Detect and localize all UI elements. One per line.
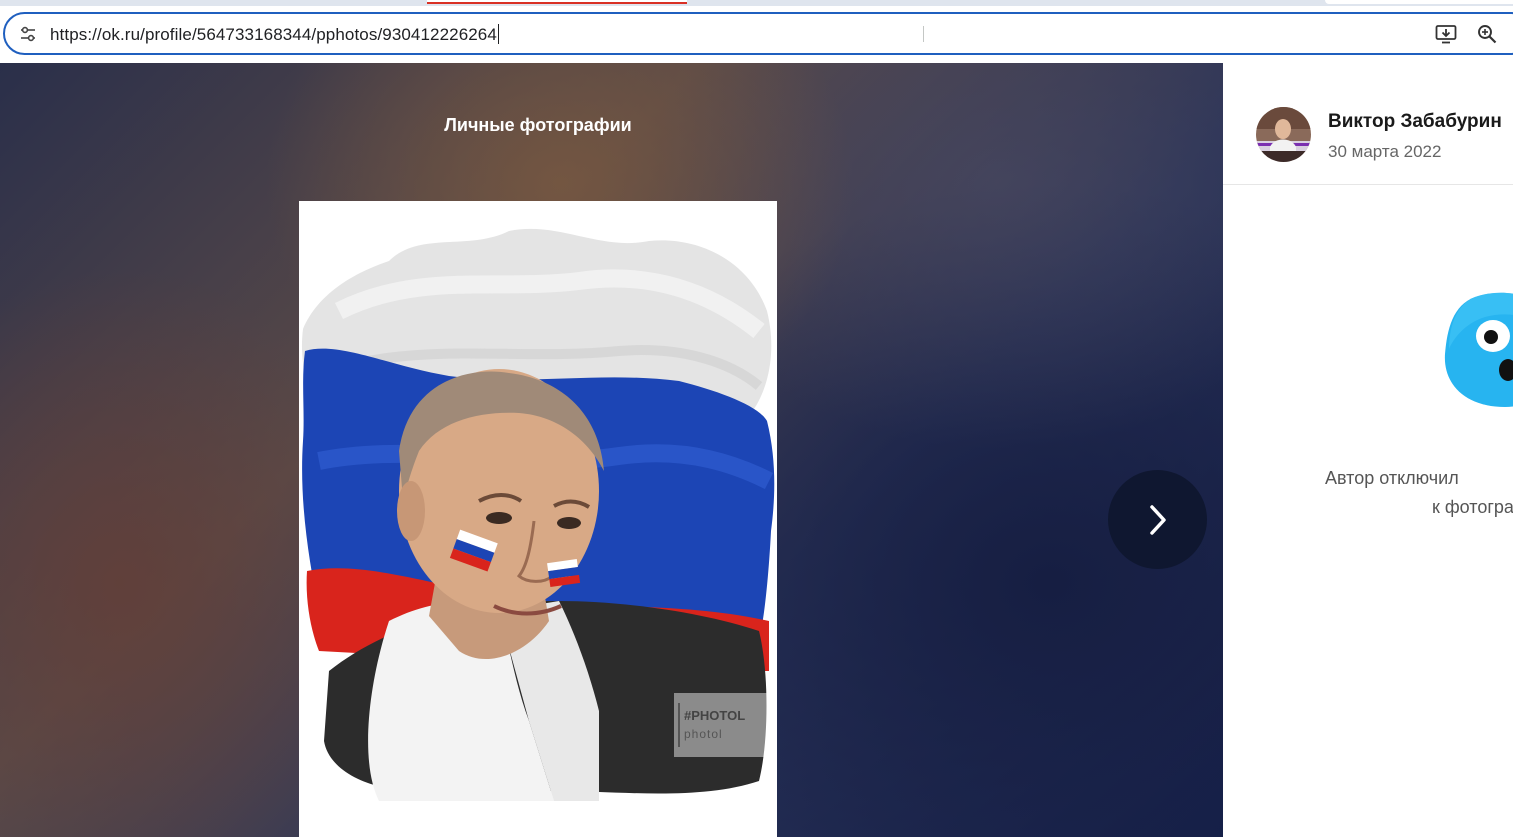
post-date: 30 марта 2022 (1328, 142, 1442, 161)
tune-icon[interactable] (19, 25, 37, 43)
tab-strip (0, 0, 1513, 6)
tab-right[interactable] (1325, 0, 1513, 4)
url-value[interactable]: https://ok.ru/profile/564733168344/pphot… (50, 25, 497, 44)
install-app-icon[interactable] (1435, 24, 1457, 44)
photo-viewer: Личные фотографии #PHOTOL photol (0, 63, 1223, 837)
watermark-line1: #PHOTOL (684, 708, 745, 723)
photo-info-panel: Виктор Забабурин 30 марта 2022 Автор отк… (1223, 63, 1513, 837)
mouse-cursor (923, 26, 924, 42)
active-tab[interactable] (427, 0, 687, 4)
zoom-icon[interactable] (1477, 24, 1497, 44)
browser-chrome: https://ok.ru/profile/564733168344/pphot… (0, 0, 1513, 63)
album-title[interactable]: Личные фотографии (0, 115, 1076, 136)
next-photo-button[interactable] (1108, 470, 1207, 569)
chevron-right-icon (1149, 504, 1166, 535)
comments-disabled-line2: к фотогра (1432, 497, 1513, 517)
url-text[interactable]: https://ok.ru/profile/564733168344/pphot… (50, 24, 499, 45)
avatar[interactable] (1256, 107, 1311, 162)
address-bar[interactable]: https://ok.ru/profile/564733168344/pphot… (3, 12, 1513, 55)
text-caret (497, 24, 499, 44)
avatar-image (1256, 107, 1311, 162)
author-name[interactable]: Виктор Забабурин (1328, 111, 1502, 133)
surprised-blob-icon (1444, 292, 1513, 407)
watermark-line2: photol (684, 727, 723, 741)
photo[interactable]: #PHOTOL photol (299, 201, 777, 837)
comments-disabled-notice: Автор отключил к фотогра (1325, 464, 1513, 522)
author-header: Виктор Забабурин 30 марта 2022 (1223, 63, 1513, 185)
photo-image: #PHOTOL photol (301, 228, 777, 801)
comments-disabled-line1: Автор отключил (1325, 468, 1459, 488)
